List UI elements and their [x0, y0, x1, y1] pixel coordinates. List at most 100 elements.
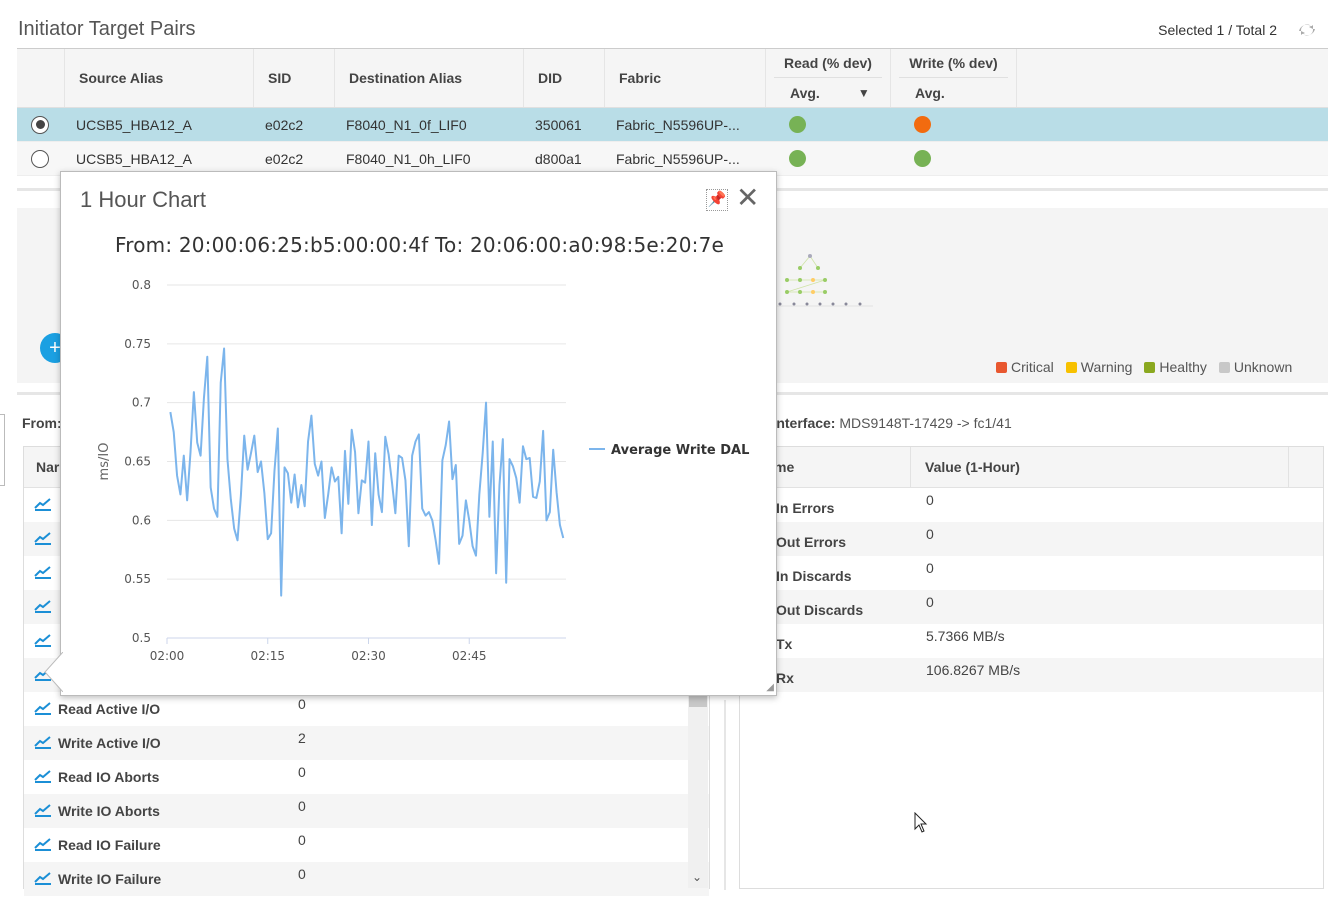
column-write-dev: Write (% dev) Avg.	[891, 49, 1017, 107]
side-panel-handle[interactable]	[0, 414, 5, 486]
destination-alias-cell: F8040_N1_0f_LIF0	[346, 116, 467, 133]
topology-node	[816, 266, 820, 270]
table-row: Out Errors 0	[740, 522, 1323, 556]
y-tick-label: 0.8	[132, 278, 151, 292]
topology-node	[778, 302, 782, 306]
trend-line-icon[interactable]	[34, 735, 54, 752]
trend-line-icon[interactable]	[34, 599, 54, 616]
interface-value: MDS9148T-17429 -> fc1/41	[839, 415, 1012, 431]
health-legend: Critical Warning Healthy Unknown	[996, 359, 1292, 375]
switch-interface-info: h Interface: MDS9148T-17429 -> fc1/41	[760, 415, 1012, 431]
critical-swatch	[996, 362, 1007, 373]
interface-metric-value: 0	[926, 594, 934, 610]
trend-line-icon[interactable]	[34, 769, 54, 786]
topology-node	[823, 290, 827, 294]
trend-line-icon[interactable]	[34, 531, 54, 548]
topology-graph[interactable]	[777, 248, 877, 318]
metric-label: Read IO Failure	[58, 837, 161, 853]
write-status-dot	[914, 116, 931, 133]
table-row[interactable]: UCSB5_HBA12_A e02c2 F8040_N1_0f_LIF0 350…	[17, 108, 1328, 142]
y-axis-label: ms/IO	[97, 443, 112, 481]
metrics-scrollbar[interactable]: ⌄	[688, 692, 708, 888]
topology-node	[798, 278, 802, 282]
metric-label: Write IO Failure	[58, 871, 162, 887]
write-status-dot	[914, 150, 931, 167]
refresh-icon[interactable]	[1296, 19, 1318, 41]
table-row: In Errors 0	[740, 488, 1323, 522]
read-status-dot	[789, 116, 806, 133]
list-item[interactable]: Write Active I/O 2	[24, 726, 709, 760]
topology-node	[785, 278, 789, 282]
trend-line-icon[interactable]	[34, 871, 54, 888]
panel-separator[interactable]	[724, 700, 726, 890]
topology-node	[805, 302, 809, 306]
list-item[interactable]: Read IO Aborts 0	[24, 760, 709, 794]
fabric-cell: Fabric_N5596UP-...	[616, 150, 740, 167]
y-tick-label: 0.6	[132, 513, 151, 527]
from-label: From:	[22, 415, 62, 431]
list-item[interactable]: Read Active I/O 0	[24, 692, 709, 726]
interface-value-header[interactable]: Value (1-Hour)	[911, 447, 1289, 487]
column-source-alias[interactable]: Source Alias	[65, 49, 254, 107]
sid-cell: e02c2	[265, 150, 304, 167]
interface-metric-label: Tx	[776, 636, 793, 652]
interface-table: me Value (1-Hour) In Errors 0 Out Errors 0 I…	[739, 446, 1324, 889]
write-dev-group-label: Write (% dev)	[899, 49, 1008, 78]
write-avg-header[interactable]: Avg.	[915, 85, 945, 101]
column-read-dev: Read (% dev) Avg. ▼	[766, 49, 891, 107]
popup-pointer	[44, 652, 63, 692]
line-chart: 0.5 0.55 0.6 0.65 0.7 0.75 0.8 02:00 02:15 02:30 0…	[97, 278, 749, 663]
resize-handle[interactable]: ◢	[766, 682, 774, 693]
topology-node	[792, 302, 796, 306]
column-did[interactable]: DID	[524, 49, 605, 107]
mouse-cursor-icon	[914, 812, 928, 833]
table-row: Rx 106.8267 MB/s	[740, 658, 1323, 692]
topology-node	[823, 278, 827, 282]
metric-value: 0	[298, 764, 306, 780]
trend-line-icon[interactable]	[34, 837, 54, 854]
one-hour-chart-popup: 1 Hour Chart 📌 ✕ From: 20:00:06:25:b5:00…	[60, 171, 777, 696]
trend-line-icon[interactable]	[34, 565, 54, 582]
list-item[interactable]: Write IO Failure 0	[24, 862, 709, 896]
topology-node	[844, 302, 848, 306]
table-row: In Discards 0	[740, 556, 1323, 590]
trend-line-icon[interactable]	[34, 497, 54, 514]
unknown-swatch	[1218, 362, 1230, 373]
interface-metric-label: Out Discards	[776, 602, 864, 618]
legend-label: Unknown	[1233, 359, 1293, 375]
metric-value: 0	[298, 798, 306, 814]
list-item[interactable]: Read IO Failure 0	[24, 828, 709, 862]
sid-cell: e02c2	[265, 116, 304, 133]
trend-line-icon[interactable]	[34, 803, 54, 820]
legend-item-healthy: Healthy	[1144, 359, 1207, 375]
metric-label: Write IO Aborts	[58, 803, 160, 819]
read-avg-header[interactable]: Avg.	[790, 85, 820, 101]
metric-label: Write Active I/O	[58, 735, 161, 751]
sort-desc-icon[interactable]: ▼	[858, 86, 870, 100]
column-fabric[interactable]: Fabric	[605, 49, 766, 107]
y-tick-label: 0.75	[124, 337, 151, 351]
x-tick-label: 02:30	[351, 649, 386, 663]
metric-value: 0	[298, 832, 306, 848]
read-status-dot	[789, 150, 806, 167]
chevron-down-icon[interactable]: ⌄	[692, 870, 702, 884]
source-alias-cell: UCSB5_HBA12_A	[76, 150, 192, 167]
y-tick-label: 0.7	[132, 396, 151, 410]
legend-item-critical: Critical	[996, 359, 1054, 375]
topology-node	[798, 290, 802, 294]
topology-node	[811, 290, 815, 294]
legend-item-warning: Warning	[1065, 359, 1132, 375]
metric-label: Read Active I/O	[58, 701, 161, 717]
row-radio[interactable]	[31, 115, 49, 134]
trend-line-icon[interactable]	[34, 633, 54, 650]
column-destination-alias[interactable]: Destination Alias	[335, 49, 524, 107]
metric-label: Read IO Aborts	[58, 769, 160, 785]
interface-metric-value: 5.7366 MB/s	[926, 628, 1005, 644]
legend-label: Critical	[1011, 359, 1054, 375]
interface-metric-label: Rx	[776, 670, 794, 686]
trend-line-icon[interactable]	[34, 701, 54, 718]
row-radio[interactable]	[31, 149, 49, 168]
interface-metric-value: 0	[926, 492, 934, 508]
column-sid[interactable]: SID	[254, 49, 335, 107]
list-item[interactable]: Write IO Aborts 0	[24, 794, 709, 828]
